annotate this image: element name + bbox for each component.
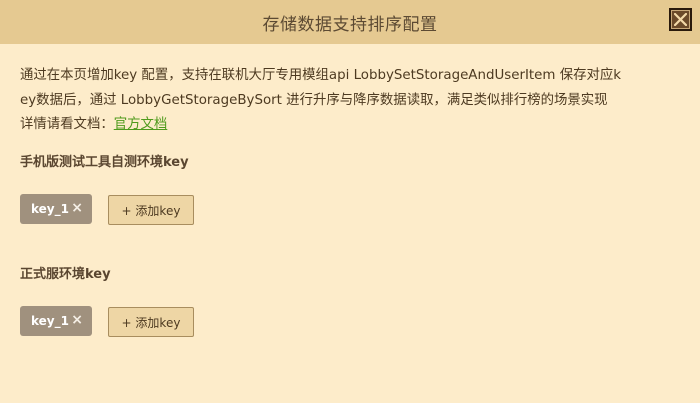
dialog-titlebar: 存储数据支持排序配置	[0, 0, 700, 44]
doc-hint-label: 详情请看文档：	[20, 117, 114, 132]
description-line-1: 通过在本页增加key 配置，支持在联机大厅专用模组api LobbySetSto…	[20, 68, 622, 83]
test-env-key-tag: key_1 ×	[20, 194, 92, 224]
close-button[interactable]	[669, 8, 692, 31]
description-line-3: 详情请看文档：官方文档	[20, 113, 680, 138]
remove-tag-icon[interactable]: ×	[71, 312, 83, 328]
close-icon	[674, 13, 687, 26]
official-doc-link[interactable]: 官方文档	[114, 117, 168, 132]
description-text: 通过在本页增加key 配置，支持在联机大厅专用模组api LobbySetSto…	[20, 64, 680, 138]
test-env-add-key-button[interactable]: + 添加key	[108, 195, 194, 225]
test-env-key-label: 手机版测试工具自测环境key	[20, 155, 189, 170]
remove-tag-icon[interactable]: ×	[71, 200, 83, 216]
tag-label: key_1	[31, 314, 69, 328]
storage-sort-config-dialog: 存储数据支持排序配置 通过在本页增加key 配置，支持在联机大厅专用模组api …	[0, 0, 700, 403]
prod-env-add-key-button[interactable]: + 添加key	[108, 307, 194, 337]
prod-env-key-label: 正式服环境key	[20, 267, 111, 282]
description-line-2: ey数据后，通过 LobbyGetStorageBySort 进行升序与降序数据…	[20, 92, 608, 108]
tag-label: key_1	[31, 202, 69, 216]
dialog-title: 存储数据支持排序配置	[262, 14, 438, 35]
prod-env-key-tag: key_1 ×	[20, 306, 92, 336]
